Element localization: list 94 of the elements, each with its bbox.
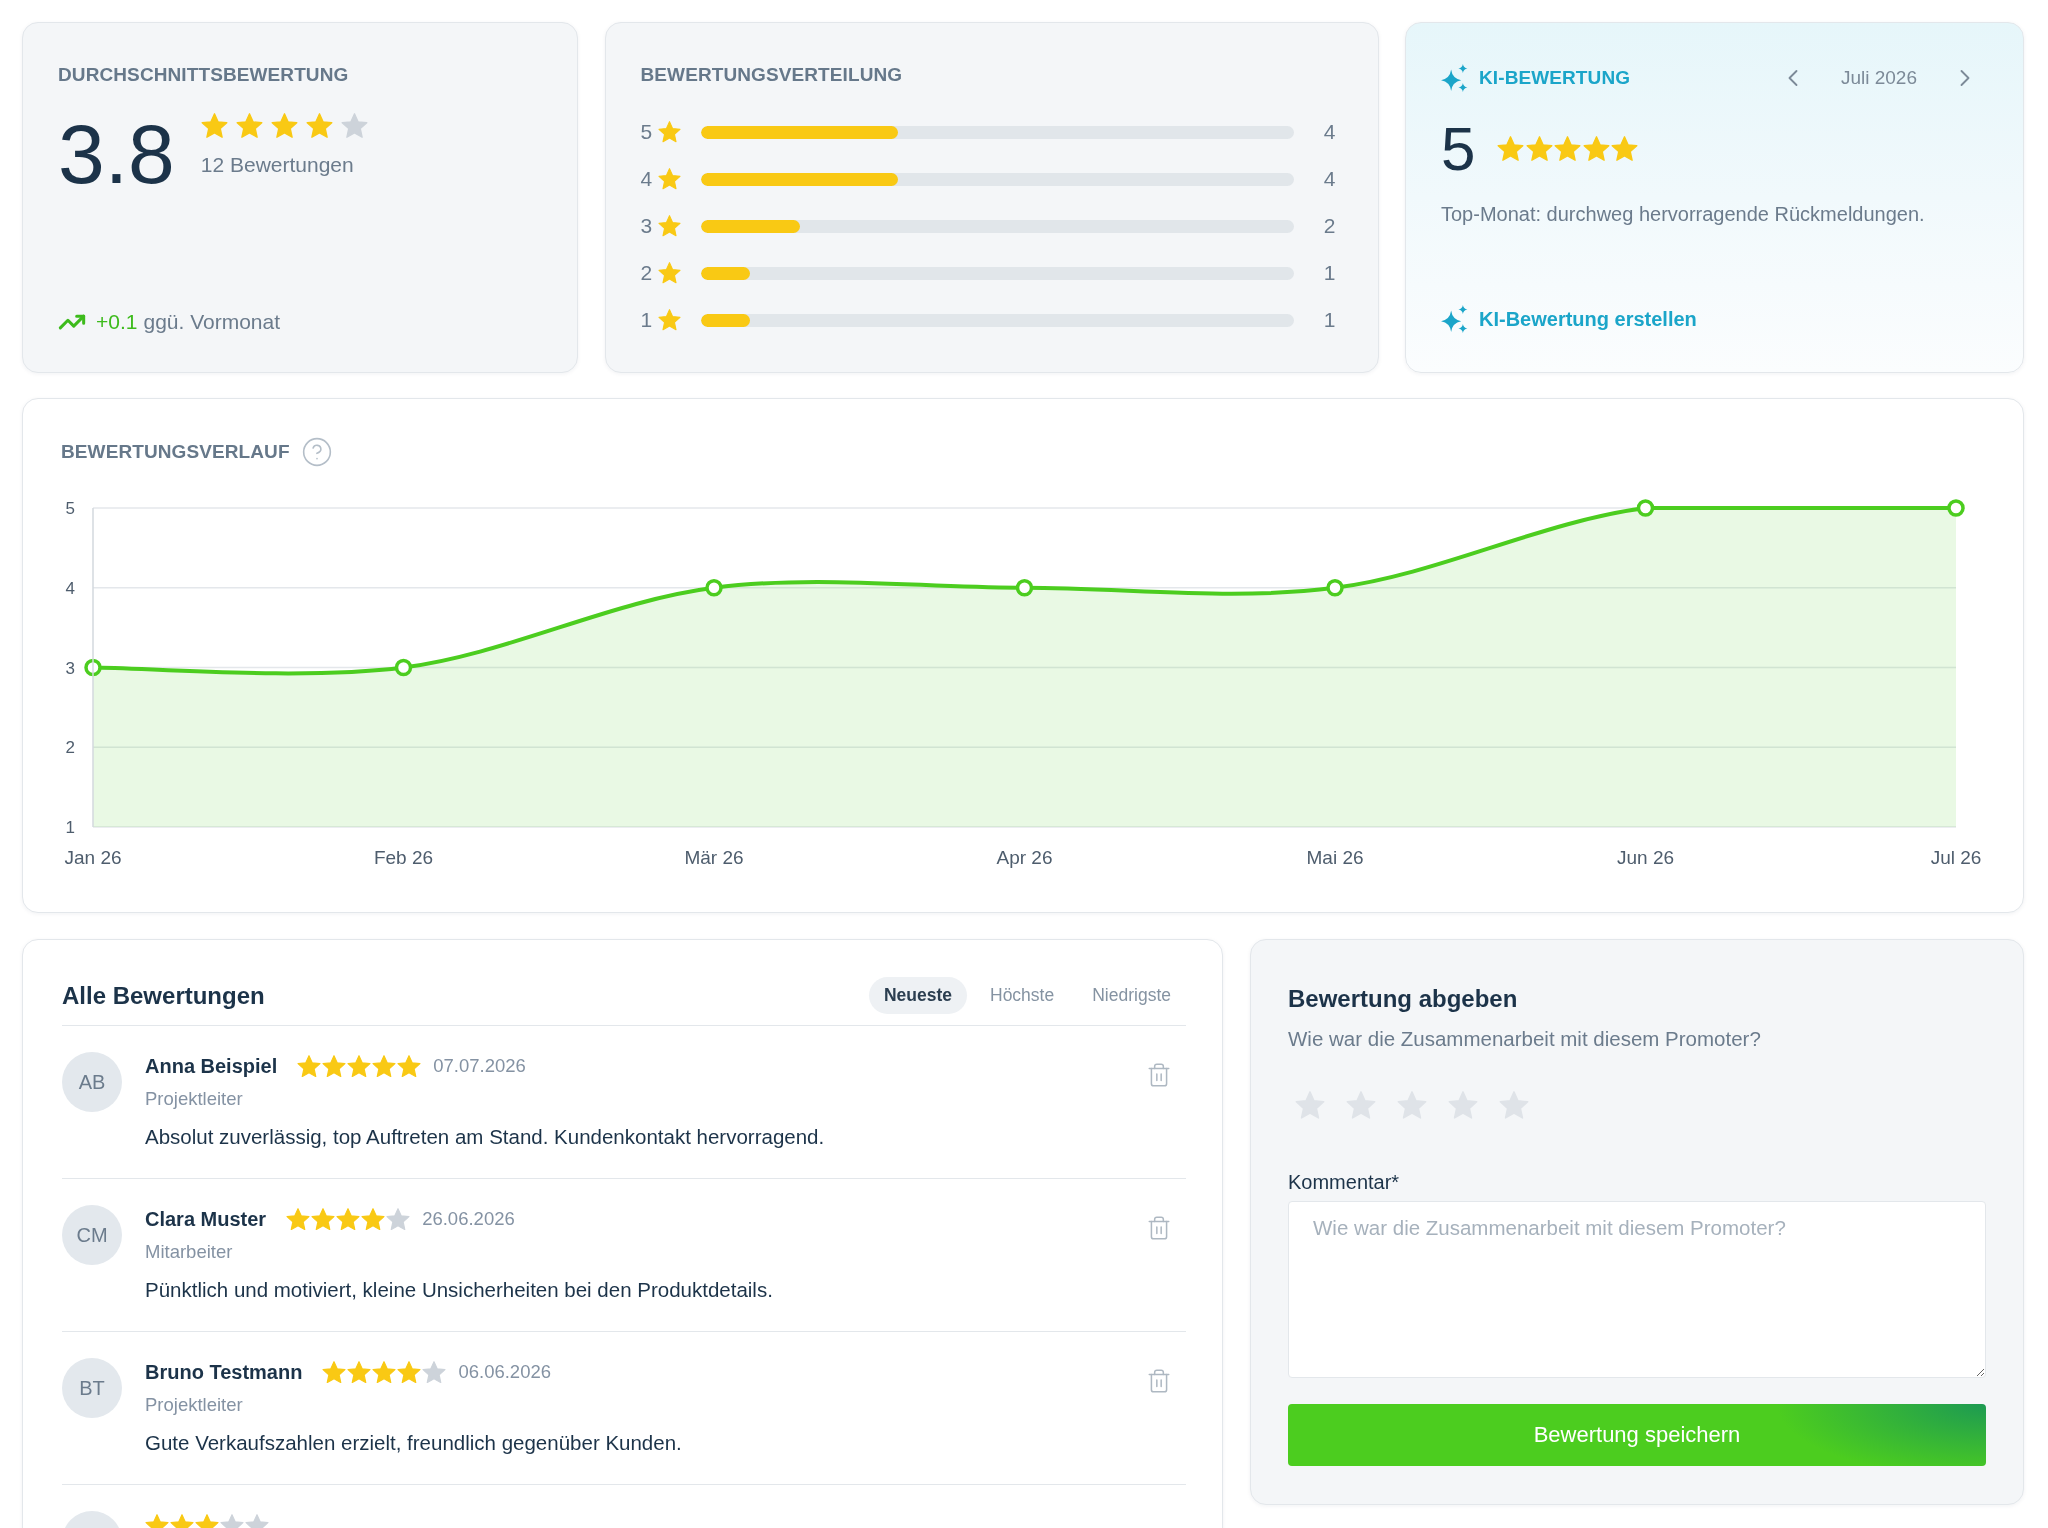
reviewer-role: Mitarbeiter: [145, 1240, 234, 1264]
star-level-label: 2: [640, 261, 654, 285]
star-icon: [397, 1054, 422, 1078]
avatar-initials: BT: [62, 1358, 122, 1418]
star-icon: [657, 262, 681, 284]
reviewer-role: Projektleiter: [145, 1393, 244, 1417]
star-icon: [340, 113, 368, 139]
star-icon: [286, 1207, 311, 1231]
star-level-count: 1: [1323, 261, 1336, 285]
star-level-count: 4: [1323, 120, 1336, 144]
sort-tab[interactable]: Niedrigste: [1077, 977, 1186, 1014]
star-icon: [657, 215, 681, 237]
star-icon: [322, 1360, 347, 1384]
review-date: 26.06.2026: [422, 1208, 515, 1230]
panel-title: Bewertung abgeben: [1288, 984, 1519, 1014]
star-icon: [311, 1207, 336, 1231]
star-level-count: 4: [1323, 167, 1336, 191]
star-icon: [1554, 136, 1582, 162]
trash-icon[interactable]: [1146, 1368, 1172, 1394]
star-icon: [386, 1207, 411, 1231]
star-icon: [361, 1207, 386, 1231]
trend-value: +0.1: [96, 310, 138, 334]
axis-label: Jan 26: [64, 847, 122, 868]
star-icon: [347, 1360, 372, 1384]
star-icon: [1583, 136, 1610, 162]
sparkle-icon: [1441, 64, 1468, 92]
axis-label: 1: [65, 818, 75, 837]
card-title: BEWERTUNGSVERTEILUNG: [640, 63, 904, 87]
axis-label: Apr 26: [996, 847, 1053, 868]
review-comment: Absolut zuverlässig, top Auftreten am Stand. Kundenkontakt hervorragend.: [145, 1124, 826, 1150]
star-icon: [270, 113, 298, 139]
star-level-label: 5: [640, 120, 654, 144]
card-title: KI-BEWERTUNG: [1479, 66, 1631, 90]
create-ai-rating-link[interactable]: KI-Bewertung erstellen: [1441, 304, 1697, 334]
star-icon: [336, 1207, 361, 1231]
star-level-label: 1: [640, 308, 654, 332]
star-icon: [1526, 136, 1553, 162]
comment-field[interactable]: Wie war die Zusammenarbeit mit diesem Promoter?: [1288, 1201, 1986, 1378]
sort-tab[interactable]: Höchste: [975, 977, 1070, 1014]
review-comment: Pünktlich und motiviert, kleine Unsicherheiten bei den Produktdetails.: [145, 1277, 774, 1303]
axis-label: 3: [65, 658, 75, 678]
star-icon: [235, 113, 263, 139]
review-date: 07.07.2026: [433, 1055, 526, 1077]
axis-label: Feb 26: [373, 847, 434, 868]
help-icon[interactable]: [300, 436, 333, 468]
axis-label: 4: [65, 578, 75, 598]
star-icon: [422, 1360, 447, 1384]
star-level-label: 3: [640, 214, 654, 238]
reviewer-name: Anna Beispiel: [145, 1054, 278, 1078]
star-icon: [1497, 136, 1525, 162]
avatar-initials: CM: [62, 1205, 122, 1265]
star-icon: [305, 113, 333, 139]
star-icon: [322, 1054, 347, 1078]
field-label: Kommentar*: [1288, 1170, 1401, 1194]
ai-summary: Top-Monat: durchweg hervorragende Rückmeldungen.: [1441, 202, 1926, 226]
star-level-count: 2: [1323, 214, 1336, 238]
star-icon: [657, 309, 681, 331]
star-icon: [1611, 136, 1639, 162]
ai-score: 5: [1441, 118, 1476, 180]
review-count: 12 Bewertungen: [200, 152, 355, 177]
axis-label: Jun 26: [1617, 847, 1674, 868]
month-label: Juli 2026: [1840, 67, 1917, 89]
chart-title: BEWERTUNGSVERLAUF: [61, 440, 290, 464]
star-icon: [297, 1054, 322, 1078]
panel-title: Alle Bewertungen: [62, 980, 265, 1011]
trash-icon[interactable]: [1146, 1215, 1172, 1241]
save-button[interactable]: Bewertung speichern: [1288, 1404, 1986, 1466]
star-icon: [372, 1054, 397, 1078]
star-icon: [397, 1360, 422, 1384]
average-score: 3.8: [58, 112, 175, 196]
axis-label: Jul 26: [1930, 847, 1982, 868]
review-date: 06.06.2026: [458, 1361, 551, 1383]
axis-label: 5: [65, 499, 75, 518]
axis-label: 2: [65, 738, 75, 758]
trend-label: ggü. Vormonat: [143, 310, 281, 334]
star-icon: [657, 168, 681, 190]
avatar-initials: AB: [62, 1052, 122, 1112]
trash-icon[interactable]: [1146, 1062, 1172, 1088]
form-question: Wie war die Zusammenarbeit mit diesem Promoter?: [1288, 1027, 1762, 1051]
star-level-count: 1: [1323, 308, 1336, 332]
review-comment: Gute Verkaufszahlen erzielt, freundlich gegenüber Kunden.: [145, 1430, 683, 1456]
star-level-label: 4: [640, 167, 654, 191]
star-icon: [372, 1360, 397, 1384]
reviewer-name: Bruno Testmann: [145, 1360, 303, 1384]
axis-label: Mär 26: [684, 847, 744, 868]
reviewer-role: Projektleiter: [145, 1087, 244, 1111]
card-title: DURCHSCHNITTSBEWERTUNG: [58, 63, 350, 87]
star-icon: [200, 113, 228, 139]
reviewer-name: Clara Muster: [145, 1207, 267, 1231]
sort-tab[interactable]: Neueste: [868, 977, 967, 1014]
star-icon: [657, 121, 681, 143]
sparkle-icon: [1441, 305, 1468, 333]
axis-label: Mai 26: [1306, 847, 1364, 868]
star-icon: [347, 1054, 372, 1078]
